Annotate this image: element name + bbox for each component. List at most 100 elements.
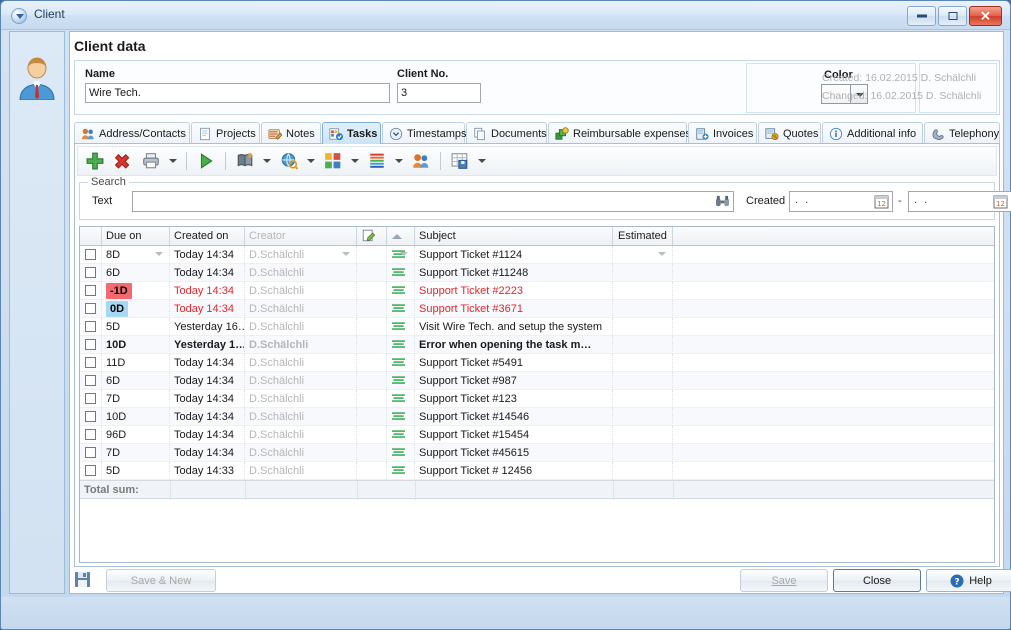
row-select-cell[interactable] <box>80 372 102 390</box>
subject-cell[interactable]: Support Ticket #2223 <box>415 282 613 300</box>
web-search-dropdown[interactable] <box>304 148 318 174</box>
creator-cell[interactable]: D.Schälchli <box>245 462 357 480</box>
creator-cell[interactable]: D.Schälchli <box>245 372 357 390</box>
note-cell[interactable] <box>357 336 387 354</box>
grid-header-subject[interactable]: Subject <box>415 227 613 245</box>
note-cell[interactable] <box>357 300 387 318</box>
minimize-button[interactable] <box>907 6 936 26</box>
creator-cell[interactable]: D.Schälchli <box>245 408 357 426</box>
creator-cell[interactable]: D.Schälchli <box>245 444 357 462</box>
subject-cell[interactable]: Support Ticket #11248 <box>415 264 613 282</box>
grid-header-note[interactable] <box>357 227 387 245</box>
table-row[interactable]: 96DToday 14:34D.SchälchliSupport Ticket … <box>80 426 994 444</box>
delete-task-button[interactable] <box>110 148 136 174</box>
grid-header-creator[interactable]: Creator <box>245 227 357 245</box>
table-row[interactable]: 8DToday 14:34D.SchälchliSupport Ticket #… <box>80 246 994 264</box>
grid-header-prio[interactable] <box>387 227 415 245</box>
table-row[interactable]: 7DToday 14:34D.SchälchliSupport Ticket #… <box>80 390 994 408</box>
due-on-cell[interactable]: 10D <box>102 336 170 354</box>
priority-cell[interactable] <box>387 408 415 426</box>
binoculars-icon[interactable] <box>715 195 730 208</box>
table-row[interactable]: -1DToday 14:34D.SchälchliSupport Ticket … <box>80 282 994 300</box>
table-row[interactable]: 5DYesterday 16…D.SchälchliVisit Wire Tec… <box>80 318 994 336</box>
creator-cell[interactable]: D.Schälchli <box>245 246 357 264</box>
categories-dropdown[interactable] <box>348 148 362 174</box>
row-select-cell[interactable] <box>80 264 102 282</box>
row-select-cell[interactable] <box>80 390 102 408</box>
estimated-cell[interactable] <box>613 462 673 480</box>
subject-cell[interactable]: Support Ticket #14546 <box>415 408 613 426</box>
note-cell[interactable] <box>357 282 387 300</box>
grid-header-extra[interactable] <box>673 227 993 245</box>
due-on-cell[interactable]: 6D <box>102 264 170 282</box>
estimated-cell[interactable] <box>613 408 673 426</box>
tab-invoices[interactable]: Invoices <box>688 122 757 144</box>
subject-cell[interactable]: Support Ticket #987 <box>415 372 613 390</box>
journal-button[interactable] <box>232 148 258 174</box>
creator-cell[interactable]: D.Schälchli <box>245 300 357 318</box>
estimated-cell[interactable] <box>613 282 673 300</box>
row-select-cell[interactable] <box>80 408 102 426</box>
due-on-cell[interactable]: 8D <box>102 246 170 264</box>
row-checkbox[interactable] <box>85 267 96 278</box>
priority-cell[interactable] <box>387 336 415 354</box>
row-checkbox[interactable] <box>85 375 96 386</box>
row-select-cell[interactable] <box>80 282 102 300</box>
creator-cell[interactable]: D.Schälchli <box>245 336 357 354</box>
note-cell[interactable] <box>357 264 387 282</box>
tab-notes[interactable]: Notes <box>261 122 321 144</box>
row-select-cell[interactable] <box>80 318 102 336</box>
due-on-cell[interactable]: 7D <box>102 444 170 462</box>
row-checkbox[interactable] <box>85 429 96 440</box>
priority-cell[interactable] <box>387 318 415 336</box>
subject-cell[interactable]: Support Ticket #1124 <box>415 246 613 264</box>
estimated-cell[interactable] <box>613 318 673 336</box>
estimated-cell[interactable] <box>613 372 673 390</box>
creator-cell[interactable]: D.Schälchli <box>245 354 357 372</box>
row-checkbox[interactable] <box>85 447 96 458</box>
priority-cell[interactable] <box>387 354 415 372</box>
row-checkbox[interactable] <box>85 321 96 332</box>
created-to-date-input[interactable]: . . 12 <box>908 191 1011 212</box>
note-cell[interactable] <box>357 390 387 408</box>
add-task-button[interactable] <box>82 148 108 174</box>
note-cell[interactable] <box>357 408 387 426</box>
table-row[interactable]: 5DToday 14:33D.SchälchliSupport Ticket #… <box>80 462 994 480</box>
chevron-down-icon[interactable] <box>658 252 666 256</box>
table-row[interactable]: 10DToday 14:34D.SchälchliSupport Ticket … <box>80 408 994 426</box>
start-task-button[interactable] <box>193 148 219 174</box>
note-cell[interactable] <box>357 354 387 372</box>
search-input[interactable] <box>133 192 713 211</box>
client-no-input[interactable] <box>397 83 481 103</box>
maximize-button[interactable] <box>938 6 967 26</box>
note-cell[interactable] <box>357 444 387 462</box>
priority-cell[interactable] <box>387 372 415 390</box>
subject-cell[interactable]: Visit Wire Tech. and setup the system <box>415 318 613 336</box>
note-cell[interactable] <box>357 372 387 390</box>
table-row[interactable]: 0DToday 14:34D.SchälchliSupport Ticket #… <box>80 300 994 318</box>
journal-dropdown[interactable] <box>260 148 274 174</box>
estimated-cell[interactable] <box>613 390 673 408</box>
subject-cell[interactable]: Support Ticket #15454 <box>415 426 613 444</box>
note-cell[interactable] <box>357 462 387 480</box>
creator-cell[interactable]: D.Schälchli <box>245 426 357 444</box>
row-checkbox[interactable] <box>85 339 96 350</box>
row-checkbox[interactable] <box>85 303 96 314</box>
tab-additional-info[interactable]: Additional info <box>822 122 923 144</box>
estimated-cell[interactable] <box>613 426 673 444</box>
priority-cell[interactable] <box>387 426 415 444</box>
due-on-cell[interactable]: 5D <box>102 318 170 336</box>
priority-dropdown[interactable] <box>392 148 406 174</box>
table-row[interactable]: 11DToday 14:34D.SchälchliSupport Ticket … <box>80 354 994 372</box>
creator-cell[interactable]: D.Schälchli <box>245 318 357 336</box>
save-button[interactable]: Save <box>740 569 828 592</box>
due-on-cell[interactable]: 5D <box>102 462 170 480</box>
tab-telephony[interactable]: Telephony <box>924 122 1000 144</box>
save-icon-button[interactable] <box>70 567 94 591</box>
tab-reimbursable-expenses[interactable]: Reimbursable expenses <box>548 122 687 144</box>
close-dialog-button[interactable]: Close <box>833 569 921 592</box>
grid-header-due[interactable]: Due on <box>102 227 170 245</box>
subject-cell[interactable]: Support Ticket #5491 <box>415 354 613 372</box>
calendar-icon[interactable]: 12 <box>993 194 1008 209</box>
table-row[interactable]: 10DYesterday 1…D.SchälchliError when ope… <box>80 336 994 354</box>
